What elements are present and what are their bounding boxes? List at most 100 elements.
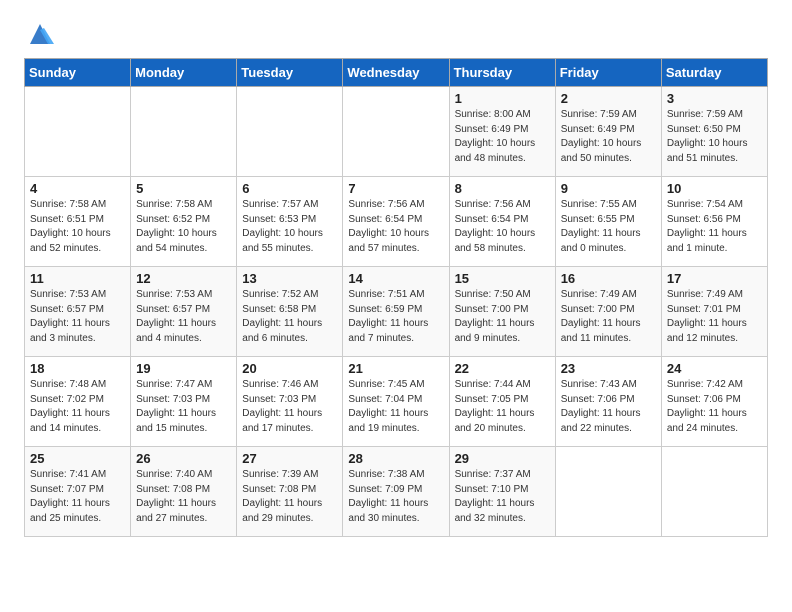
day-of-week-header: Thursday [449,59,555,87]
day-info: Sunrise: 7:42 AMSunset: 7:06 PMDaylight:… [667,378,762,436]
calendar-cell: 19 Sunrise: 7:47 AMSunset: 7:03 PMDayligh… [131,357,237,447]
day-info: Sunrise: 7:53 AMSunset: 6:57 PMDaylight:… [30,288,125,346]
day-number: 29 [455,451,550,466]
calendar-cell: 18 Sunrise: 7:48 AMSunset: 7:02 PMDayligh… [25,357,131,447]
day-info: Sunrise: 7:47 AMSunset: 7:03 PMDaylight:… [136,378,231,436]
calendar-cell: 21Sunrise: 7:45 AMSunset: 7:04 PMDayligh… [343,357,449,447]
calendar-cell: 27Sunrise: 7:39 AMSunset: 7:08 PMDayligh… [237,447,343,537]
day-info: Sunrise: 7:49 AMSunset: 7:00 PMDaylight:… [561,288,656,346]
calendar-cell: 10 Sunrise: 7:54 AMSunset: 6:56 PMDayligh… [661,177,767,267]
day-info: Sunrise: 7:43 AMSunset: 7:06 PMDaylight:… [561,378,656,436]
day-info: Sunrise: 7:59 AMSunset: 6:50 PMDaylight:… [667,108,762,166]
calendar-cell: 24Sunrise: 7:42 AMSunset: 7:06 PMDayligh… [661,357,767,447]
day-of-week-header: Tuesday [237,59,343,87]
calendar-cell: 1 Sunrise: 8:00 AMSunset: 6:49 PMDaylight… [449,87,555,177]
day-number: 27 [242,451,337,466]
day-info: Sunrise: 7:58 AMSunset: 6:52 PMDaylight:… [136,198,231,256]
day-info: Sunrise: 7:52 AMSunset: 6:58 PMDaylight:… [242,288,337,346]
calendar-cell: 9 Sunrise: 7:55 AMSunset: 6:55 PMDaylight… [555,177,661,267]
day-number: 14 [348,271,443,286]
calendar-cell: 14 Sunrise: 7:51 AMSunset: 6:59 PMDayligh… [343,267,449,357]
calendar-cell: 15 Sunrise: 7:50 AMSunset: 7:00 PMDayligh… [449,267,555,357]
day-number: 26 [136,451,231,466]
calendar-cell: 20Sunrise: 7:46 AMSunset: 7:03 PMDayligh… [237,357,343,447]
day-info: Sunrise: 8:00 AMSunset: 6:49 PMDaylight:… [455,108,550,166]
day-number: 11 [30,271,125,286]
day-number: 16 [561,271,656,286]
day-info: Sunrise: 7:46 AMSunset: 7:03 PMDaylight:… [242,378,337,436]
calendar-cell [25,87,131,177]
calendar-cell: 22 Sunrise: 7:44 AMSunset: 7:05 PMDayligh… [449,357,555,447]
day-info: Sunrise: 7:56 AMSunset: 6:54 PMDaylight:… [455,198,550,256]
calendar-cell: 25 Sunrise: 7:41 AMSunset: 7:07 PMDayligh… [25,447,131,537]
calendar-cell: 6 Sunrise: 7:57 AMSunset: 6:53 PMDaylight… [237,177,343,267]
calendar-cell: 12 Sunrise: 7:53 AMSunset: 6:57 PMDayligh… [131,267,237,357]
day-number: 9 [561,181,656,196]
day-number: 12 [136,271,231,286]
day-info: Sunrise: 7:48 AMSunset: 7:02 PMDaylight:… [30,378,125,436]
day-number: 2 [561,91,656,106]
day-info: Sunrise: 7:54 AMSunset: 6:56 PMDaylight:… [667,198,762,256]
calendar-cell: 8 Sunrise: 7:56 AMSunset: 6:54 PMDaylight… [449,177,555,267]
day-number: 5 [136,181,231,196]
calendar-cell [555,447,661,537]
day-info: Sunrise: 7:57 AMSunset: 6:53 PMDaylight:… [242,198,337,256]
logo [24,20,54,48]
day-number: 22 [455,361,550,376]
day-of-week-header: Wednesday [343,59,449,87]
day-info: Sunrise: 7:58 AMSunset: 6:51 PMDaylight:… [30,198,125,256]
day-number: 19 [136,361,231,376]
day-number: 28 [348,451,443,466]
day-info: Sunrise: 7:38 AMSunset: 7:09 PMDaylight:… [348,468,443,526]
day-info: Sunrise: 7:44 AMSunset: 7:05 PMDaylight:… [455,378,550,436]
day-number: 6 [242,181,337,196]
day-number: 4 [30,181,125,196]
day-info: Sunrise: 7:51 AMSunset: 6:59 PMDaylight:… [348,288,443,346]
calendar-week-row: 11 Sunrise: 7:53 AMSunset: 6:57 PMDayligh… [25,267,768,357]
day-number: 17 [667,271,762,286]
day-number: 15 [455,271,550,286]
calendar-week-row: 4 Sunrise: 7:58 AMSunset: 6:51 PMDaylight… [25,177,768,267]
logo-icon [26,20,54,48]
calendar-cell: 29Sunrise: 7:37 AMSunset: 7:10 PMDayligh… [449,447,555,537]
calendar-cell: 13Sunrise: 7:52 AMSunset: 6:58 PMDayligh… [237,267,343,357]
day-number: 7 [348,181,443,196]
calendar-cell [237,87,343,177]
day-info: Sunrise: 7:49 AMSunset: 7:01 PMDaylight:… [667,288,762,346]
day-of-week-header: Monday [131,59,237,87]
day-of-week-header: Sunday [25,59,131,87]
day-info: Sunrise: 7:50 AMSunset: 7:00 PMDaylight:… [455,288,550,346]
day-info: Sunrise: 7:55 AMSunset: 6:55 PMDaylight:… [561,198,656,256]
calendar-cell: 17 Sunrise: 7:49 AMSunset: 7:01 PMDayligh… [661,267,767,357]
calendar-cell: 16 Sunrise: 7:49 AMSunset: 7:00 PMDayligh… [555,267,661,357]
calendar-cell [661,447,767,537]
page-header [24,20,768,48]
day-number: 18 [30,361,125,376]
day-number: 10 [667,181,762,196]
calendar-table: SundayMondayTuesdayWednesdayThursdayFrid… [24,58,768,537]
day-info: Sunrise: 7:53 AMSunset: 6:57 PMDaylight:… [136,288,231,346]
day-number: 3 [667,91,762,106]
day-of-week-header: Saturday [661,59,767,87]
day-info: Sunrise: 7:59 AMSunset: 6:49 PMDaylight:… [561,108,656,166]
calendar-week-row: 18 Sunrise: 7:48 AMSunset: 7:02 PMDayligh… [25,357,768,447]
day-of-week-header: Friday [555,59,661,87]
calendar-cell: 5 Sunrise: 7:58 AMSunset: 6:52 PMDaylight… [131,177,237,267]
calendar-cell: 28 Sunrise: 7:38 AMSunset: 7:09 PMDayligh… [343,447,449,537]
day-info: Sunrise: 7:40 AMSunset: 7:08 PMDaylight:… [136,468,231,526]
calendar-header-row: SundayMondayTuesdayWednesdayThursdayFrid… [25,59,768,87]
day-info: Sunrise: 7:41 AMSunset: 7:07 PMDaylight:… [30,468,125,526]
calendar-cell: 3 Sunrise: 7:59 AMSunset: 6:50 PMDaylight… [661,87,767,177]
day-info: Sunrise: 7:45 AMSunset: 7:04 PMDaylight:… [348,378,443,436]
calendar-cell: 4 Sunrise: 7:58 AMSunset: 6:51 PMDaylight… [25,177,131,267]
calendar-cell: 23 Sunrise: 7:43 AMSunset: 7:06 PMDayligh… [555,357,661,447]
calendar-week-row: 1 Sunrise: 8:00 AMSunset: 6:49 PMDaylight… [25,87,768,177]
day-number: 8 [455,181,550,196]
day-number: 1 [455,91,550,106]
day-number: 25 [30,451,125,466]
day-number: 23 [561,361,656,376]
calendar-cell: 7 Sunrise: 7:56 AMSunset: 6:54 PMDaylight… [343,177,449,267]
calendar-cell [343,87,449,177]
day-info: Sunrise: 7:56 AMSunset: 6:54 PMDaylight:… [348,198,443,256]
calendar-cell: 2 Sunrise: 7:59 AMSunset: 6:49 PMDaylight… [555,87,661,177]
